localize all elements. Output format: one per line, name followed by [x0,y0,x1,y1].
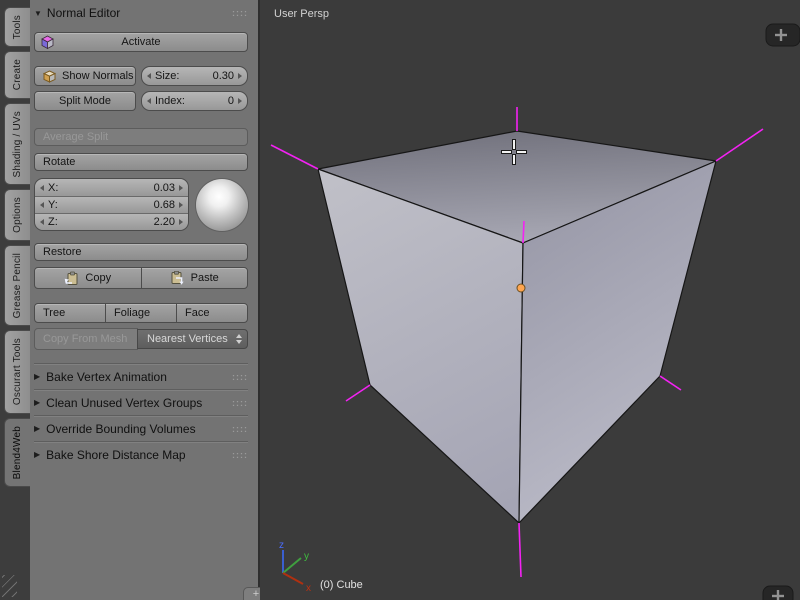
expand-triangle-icon[interactable]: ▶ [34,398,40,407]
increment-arrow-icon[interactable] [179,202,183,208]
blender-window: Tools Create Shading / UVs Options Greas… [0,0,800,600]
restore-button[interactable]: Restore [34,243,248,261]
axis-z-label: z [279,540,284,551]
drag-dots-icon[interactable]: :::: [232,450,248,460]
active-object-label: (0) Cube [320,579,363,591]
decrement-arrow-icon[interactable] [40,219,44,225]
increment-arrow-icon[interactable] [179,185,183,191]
resize-grip-icon[interactable] [2,575,17,597]
vertex-match-dropdown[interactable]: Nearest Vertices [137,329,248,349]
axis-y-label: y [304,551,309,562]
split-mode-button[interactable]: Split Mode [34,91,136,111]
normal-direction-sphere-widget[interactable] [196,179,248,231]
show-normals-button[interactable]: Show Normals [34,66,136,86]
viewport-canvas[interactable]: z y x [260,0,800,600]
clean-unused-vertex-groups-panel-header[interactable]: ▶ Clean Unused Vertex Groups :::: [34,389,248,415]
panel-title: Normal Editor [47,6,120,20]
expand-bottom-button[interactable] [763,586,793,600]
axis-x-label: x [306,583,311,594]
drag-dots-icon[interactable]: :::: [232,8,248,18]
dropdown-arrows-icon [236,334,242,344]
expand-triangle-icon[interactable]: ▶ [34,424,40,433]
object-origin-dot [517,284,525,292]
tab-tools[interactable]: Tools [4,7,30,47]
override-bounding-volumes-panel-header[interactable]: ▶ Override Bounding Volumes :::: [34,415,248,441]
view-name-label: User Persp [274,8,329,20]
normal-vector-fields: X: 0.03 Y: 0.68 Z: 2.20 [34,178,189,231]
paste-button[interactable]: Paste [141,267,249,289]
size-field[interactable]: Size: 0.30 [141,66,248,86]
tool-shelf: Tools Create Shading / UVs Options Greas… [0,0,260,600]
copy-button[interactable]: Copy [34,267,142,289]
normal-editor-panel-header[interactable]: ▼ Normal Editor :::: [34,4,248,22]
increment-arrow-icon[interactable] [238,73,242,79]
tab-create[interactable]: Create [4,51,30,98]
tool-shelf-tabs: Tools Create Shading / UVs Options Greas… [0,0,30,600]
index-field[interactable]: Index: 0 [141,91,248,111]
z-field[interactable]: Z: 2.20 [35,213,188,230]
viewport-3d[interactable]: User Persp [260,0,800,600]
decrement-arrow-icon[interactable] [147,98,151,104]
decrement-arrow-icon[interactable] [147,73,151,79]
x-field[interactable]: X: 0.03 [35,179,188,196]
blend4web-panel-area: ▼ Normal Editor :::: Activate [30,0,258,600]
y-field[interactable]: Y: 0.68 [35,196,188,213]
tab-shading-uvs[interactable]: Shading / UVs [4,103,30,186]
cube-outline-icon [43,70,56,83]
drag-dots-icon[interactable]: :::: [232,372,248,382]
decrement-arrow-icon[interactable] [40,202,44,208]
expand-triangle-icon[interactable]: ▶ [34,450,40,459]
rotate-button[interactable]: Rotate [34,153,248,171]
axis-gizmo: z y x [279,540,311,594]
bake-shore-distance-map-panel-header[interactable]: ▶ Bake Shore Distance Map :::: [34,441,248,467]
activate-button[interactable]: Activate [34,32,248,52]
decrement-arrow-icon[interactable] [40,185,44,191]
drag-dots-icon[interactable]: :::: [232,424,248,434]
collapse-triangle-icon[interactable]: ▼ [34,9,42,18]
increment-arrow-icon[interactable] [238,98,242,104]
increment-arrow-icon[interactable] [179,219,183,225]
cube-object[interactable] [318,131,716,523]
tab-options[interactable]: Options [4,189,30,241]
tab-oscurart-tools[interactable]: Oscurart Tools [4,330,30,413]
clipboard-copy-icon [64,271,79,286]
tab-blend4web[interactable]: Blend4Web [4,418,30,487]
clipboard-paste-icon [170,271,185,286]
tree-button[interactable]: Tree [34,303,106,323]
tab-grease-pencil[interactable]: Grease Pencil [4,245,30,326]
expand-properties-button[interactable] [766,24,800,46]
copy-from-mesh-button[interactable]: Copy From Mesh [34,328,138,350]
drag-dots-icon[interactable]: :::: [232,398,248,408]
average-split-button[interactable]: Average Split [34,128,248,146]
face-button[interactable]: Face [176,303,248,323]
foliage-button[interactable]: Foliage [105,303,177,323]
bake-vertex-animation-panel-header[interactable]: ▶ Bake Vertex Animation :::: [34,363,248,389]
normal-cube-icon [40,35,55,50]
expand-triangle-icon[interactable]: ▶ [34,372,40,381]
